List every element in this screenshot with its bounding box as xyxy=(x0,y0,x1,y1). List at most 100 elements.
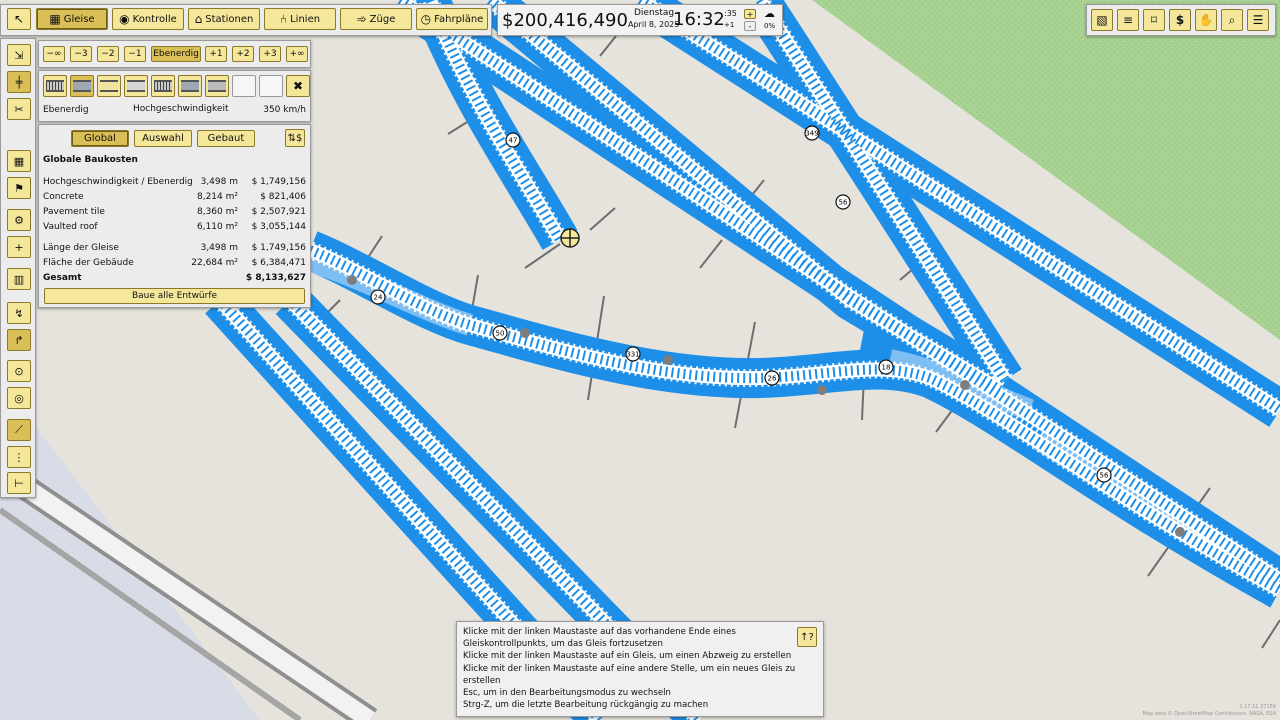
speed-marker[interactable]: 26 xyxy=(764,370,780,386)
speed-marker[interactable]: 349 xyxy=(804,125,820,141)
speed-marker-label: 56 xyxy=(1100,472,1109,480)
track-type-7[interactable] xyxy=(205,75,229,97)
level-button[interactable]: +∞ xyxy=(286,46,308,62)
tab-label: Stationen xyxy=(205,13,254,25)
track-type-5[interactable] xyxy=(151,75,175,97)
money-toggle-icon[interactable]: ⇅$ xyxy=(285,129,305,147)
track-remove-icon[interactable]: ✖ xyxy=(286,75,310,97)
track-type-4[interactable] xyxy=(124,75,148,97)
map-icon[interactable]: ▧ xyxy=(1091,9,1113,31)
tab-2[interactable]: ◉ Kontrolle xyxy=(112,8,184,30)
station-icon: ⌂ xyxy=(194,12,203,26)
speed-up-button[interactable]: + xyxy=(744,9,756,19)
speed-marker[interactable]: 56 xyxy=(1096,467,1112,483)
bridge-tool-icon[interactable]: ⟋ xyxy=(7,419,31,441)
speed-marker[interactable]: 18 xyxy=(878,359,894,375)
finance-icon[interactable]: $ xyxy=(1169,9,1191,31)
percent-display: 0% xyxy=(764,22,776,30)
main-toolbar: ↖ ▦ Gleise ◉ Kontrolle ⌂ Stationen ⑃ Linien ➾ Züg… xyxy=(0,4,492,36)
cost-tab[interactable]: Global xyxy=(71,130,129,147)
track-level-label: Ebenerdig xyxy=(43,105,89,115)
rails-tool-icon[interactable]: ▥ xyxy=(7,268,31,290)
help-line: Klicke mit der linken Maustaste auf eine… xyxy=(463,663,796,674)
level-selector: −∞ −3 −2 −1 Ebenerdig +1 +2 +3 +∞ xyxy=(38,40,311,68)
tab-label: Linien xyxy=(290,13,321,25)
search-icon[interactable]: ⌕ xyxy=(1221,9,1243,31)
help-line: Strg-Z, um die letzte Bearbeitung rückgä… xyxy=(463,700,709,711)
status-panel: $200,416,490 Dienstag April 8, 2025 16:3… xyxy=(497,4,783,36)
cost-title: Globale Baukosten xyxy=(43,155,138,165)
cost-row: Vaulted roof 6,110 m² $ 3,055,144 xyxy=(43,222,306,232)
track-type-6[interactable] xyxy=(178,75,202,97)
cost-tab[interactable]: Auswahl xyxy=(134,130,192,147)
left-sidebar: ⇲ ╪ ✂ ▦ ⚑ ⚙ + ▥ ↯ ↱ ⊙ ◎ ⟋ ⋮ ⊢ xyxy=(0,38,36,498)
build-all-button[interactable]: Baue alle Entwürfe xyxy=(44,288,305,304)
add-platform-tool-icon[interactable]: + xyxy=(7,236,31,258)
level-button[interactable]: Ebenerdig xyxy=(151,46,201,62)
platform-tool-icon[interactable]: ⚙ xyxy=(7,209,31,231)
loan-icon[interactable]: ✋ xyxy=(1195,9,1217,31)
double-track-tool-icon[interactable]: ⋮ xyxy=(7,446,31,468)
speed-marker[interactable]: 50 xyxy=(492,325,508,341)
flag-tool-icon[interactable]: ⚑ xyxy=(7,177,31,199)
cost-row: Pavement tile 8,360 m² $ 2,507,921 xyxy=(43,207,306,217)
level-button[interactable]: +1 xyxy=(205,46,227,62)
ticket-icon[interactable]: ⌑ xyxy=(1143,9,1165,31)
level-button[interactable]: +3 xyxy=(259,46,281,62)
track-cut-tool-icon[interactable]: ✂ xyxy=(7,98,31,120)
signal-tool-icon[interactable]: ⊙ xyxy=(7,360,31,382)
speed-marker[interactable]: 331 xyxy=(625,346,641,362)
version-label: 1.17.11.37159 xyxy=(1239,704,1276,710)
level-button[interactable]: −3 xyxy=(70,46,92,62)
track-grid-tool-icon[interactable]: ▦ xyxy=(7,150,31,172)
right-toolbar: ▧ ≡ ⌑ $ ✋ ⌕ ☰ xyxy=(1086,4,1276,36)
select-tool-button[interactable]: ↖ xyxy=(7,8,31,30)
tab-label: Züge xyxy=(369,13,396,25)
track-type-2[interactable] xyxy=(70,75,94,97)
cost-row: Hochgeschwindigkeit / Ebenerdig 3,498 m $ … xyxy=(43,177,306,187)
track-build-tool-icon[interactable]: ╪ xyxy=(7,71,31,93)
level-button[interactable]: +2 xyxy=(232,46,254,62)
track-select-tool-icon[interactable]: ⇲ xyxy=(7,44,31,66)
timetable-icon: ◷ xyxy=(420,12,432,26)
speed-marker[interactable]: 56 xyxy=(835,194,851,210)
train-icon: ➾ xyxy=(356,12,367,26)
speed-marker[interactable]: 47 xyxy=(505,132,521,148)
cost-tab[interactable]: Gebaut xyxy=(197,130,255,147)
speed-marker-label: 18 xyxy=(882,364,891,372)
curve-tool-icon[interactable]: ↱ xyxy=(7,329,31,351)
level-button[interactable]: −1 xyxy=(124,46,146,62)
tab-label: Fahrpläne xyxy=(434,13,484,25)
area-row: Fläche der Gebäude 22,684 m² $ 6,384,471 xyxy=(43,258,306,268)
help-icon[interactable]: ↑? xyxy=(797,627,817,647)
menu-icon[interactable]: ☰ xyxy=(1247,9,1269,31)
tab-5[interactable]: ➾ Züge xyxy=(340,8,412,30)
tab-4[interactable]: ⑃ Linien xyxy=(264,8,336,30)
track-type-panel: ✖ Ebenerdig Hochgeschwindigkeit 350 km/h xyxy=(38,70,311,122)
signal-icon: ◉ xyxy=(119,12,130,26)
track-type-1[interactable] xyxy=(43,75,67,97)
help-line: Gleiskontrollpunkts, um das Gleis fortzu… xyxy=(463,639,663,650)
tunnel-tool-icon[interactable]: ◎ xyxy=(7,387,31,409)
tab-3[interactable]: ⌂ Stationen xyxy=(188,8,260,30)
switch-tool-icon[interactable]: ↯ xyxy=(7,302,31,324)
track-type-3[interactable] xyxy=(97,75,121,97)
level-button[interactable]: −2 xyxy=(97,46,119,62)
help-line: erstellen xyxy=(463,675,501,686)
clock-time: 16:32 xyxy=(673,9,725,30)
speed-marker[interactable]: 24 xyxy=(370,289,386,305)
tab-label: Gleise xyxy=(63,13,95,25)
layers-icon[interactable]: ≡ xyxy=(1117,9,1139,31)
speed-down-button[interactable]: - xyxy=(744,21,756,31)
tab-6[interactable]: ◷ Fahrpläne xyxy=(416,8,488,30)
tab-1[interactable]: ▦ Gleise xyxy=(36,8,108,30)
track-type-8[interactable] xyxy=(232,75,256,97)
help-line: Klicke mit der linken Maustaste auf ein … xyxy=(463,651,792,662)
track-type-9[interactable] xyxy=(259,75,283,97)
branch-tool-icon[interactable]: ⊢ xyxy=(7,472,31,494)
money-display: $200,416,490 xyxy=(502,10,628,31)
cursor-crosshair-icon xyxy=(560,228,580,248)
speed-marker-label: 24 xyxy=(374,294,383,302)
level-button[interactable]: −∞ xyxy=(43,46,65,62)
lines-icon: ⑃ xyxy=(279,12,288,26)
